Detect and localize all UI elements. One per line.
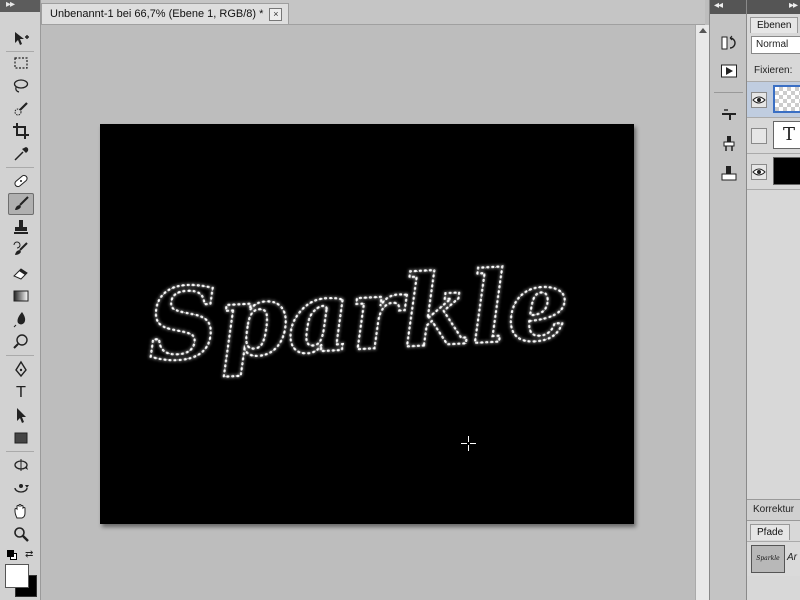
move-tool-icon — [15, 32, 29, 45]
document-tab[interactable]: Unbenannt-1 bei 66,7% (Ebene 1, RGB/8) *… — [41, 3, 290, 24]
eye-icon — [752, 168, 766, 176]
panel-dock: ◂◂ — [709, 0, 747, 600]
zoom-icon — [14, 527, 29, 542]
document-title: Unbenannt-1 bei 66,7% (Ebene 1, RGB/8) * — [50, 8, 264, 20]
history-panel-button[interactable] — [717, 32, 741, 54]
layer-thumbnail-transparent — [773, 85, 800, 113]
gradient-icon — [13, 290, 29, 302]
close-document-icon[interactable]: × — [269, 7, 283, 21]
brush-presets-panel-button[interactable] — [717, 104, 741, 126]
rectangle-shape-icon — [14, 432, 28, 444]
foreground-color-swatch[interactable] — [5, 564, 29, 588]
default-colors-icon[interactable] — [7, 550, 17, 560]
play-actions-icon — [721, 64, 737, 78]
blur-icon — [13, 312, 26, 328]
tab-adjustments[interactable]: Korrektur — [753, 504, 794, 515]
3d-orbit-tool[interactable] — [8, 477, 34, 499]
rectangular-marquee-icon — [14, 57, 28, 69]
eraser-tool[interactable] — [8, 262, 34, 284]
spot-healing-icon — [14, 174, 28, 188]
dock-header[interactable]: ◂◂ — [710, 0, 747, 14]
collapse-panel-icon[interactable]: ▸▸ — [789, 0, 798, 11]
brush-tool[interactable] — [8, 193, 34, 215]
quick-selection-tool[interactable] — [8, 98, 34, 120]
quick-selection-icon — [14, 102, 28, 116]
eyedropper-tool[interactable] — [8, 143, 34, 165]
lock-label: Fixieren: — [754, 65, 793, 76]
history-brush-tool[interactable] — [8, 239, 34, 261]
eraser-icon — [13, 268, 28, 280]
clone-stamp-icon — [14, 220, 28, 234]
clone-source-icon — [723, 136, 735, 151]
layer-row-ebene-1[interactable] — [747, 81, 800, 118]
lasso-icon — [13, 79, 29, 93]
clone-source-panel-button[interactable] — [717, 133, 741, 155]
scroll-up-icon[interactable] — [699, 28, 707, 33]
vertical-scrollbar[interactable] — [695, 25, 710, 600]
layer-visibility-toggle-off[interactable] — [751, 128, 767, 144]
path-name: Ar — [787, 552, 797, 563]
crosshair-cursor-icon — [461, 436, 476, 451]
zoom-tool[interactable] — [8, 523, 34, 545]
pen-icon — [15, 360, 27, 378]
layer-visibility-toggle[interactable] — [751, 164, 767, 180]
brush-icon — [15, 196, 29, 210]
type-tool-icon: T — [16, 383, 26, 401]
layer-visibility-toggle[interactable] — [751, 92, 767, 108]
history-panel-icon — [721, 35, 736, 50]
3d-rotate-tool[interactable] — [8, 454, 34, 476]
tool-presets-panel-button[interactable] — [717, 162, 741, 184]
layer-thumbnail-black — [773, 157, 800, 185]
layers-panel-header[interactable]: ▸▸ — [747, 0, 800, 14]
eyedropper-icon — [14, 147, 29, 161]
dodge-icon — [13, 334, 28, 349]
eye-icon — [752, 96, 766, 104]
lasso-tool[interactable] — [8, 75, 34, 97]
layer-thumbnail-text: T — [773, 121, 800, 149]
tools-panel-header[interactable]: ▸▸ — [0, 0, 40, 12]
expand-icon[interactable]: ◂◂ — [714, 0, 723, 11]
layer-row-text[interactable]: T — [747, 117, 800, 154]
sparkle-artwork: Sparkle Sparkle — [144, 246, 574, 385]
pen-tool[interactable] — [8, 358, 34, 380]
3d-orbit-icon — [14, 484, 29, 493]
swap-colors-icon[interactable]: ⇄ — [25, 549, 33, 560]
blur-tool[interactable] — [8, 308, 34, 330]
history-brush-icon — [13, 241, 28, 255]
rectangle-shape-tool[interactable] — [8, 427, 34, 449]
dodge-tool[interactable] — [8, 331, 34, 353]
document-canvas[interactable]: Sparkle Sparkle — [100, 124, 634, 524]
path-row[interactable]: Sparkle Ar — [747, 541, 800, 576]
sparkle-text-inner-dots: Sparkle — [145, 247, 572, 384]
path-selection-tool[interactable] — [8, 404, 34, 426]
hand-icon — [14, 504, 26, 519]
tab-layers[interactable]: Ebenen — [750, 17, 799, 33]
layer-row-background[interactable] — [747, 153, 800, 190]
tools-panel: ▸▸ T ⇄ — [0, 0, 41, 600]
tab-paths[interactable]: Pfade — [750, 524, 791, 540]
actions-panel-button[interactable] — [717, 60, 741, 82]
tool-presets-icon — [721, 166, 737, 181]
adjustments-panel-header[interactable]: Korrektur — [747, 499, 800, 521]
path-thumbnail: Sparkle — [751, 545, 785, 573]
crop-icon — [13, 123, 29, 139]
collapse-icon[interactable]: ▸▸ — [6, 0, 15, 10]
type-tool[interactable]: T — [8, 381, 34, 403]
path-selection-icon — [17, 408, 26, 423]
3d-rotate-icon — [14, 459, 28, 471]
spot-healing-tool[interactable] — [8, 170, 34, 192]
move-tool[interactable] — [8, 28, 34, 50]
hand-tool[interactable] — [8, 500, 34, 522]
clone-stamp-tool[interactable] — [8, 216, 34, 238]
gradient-tool[interactable] — [8, 285, 34, 307]
crop-tool[interactable] — [8, 120, 34, 142]
layers-panel: ▸▸ Ebenen Normal Fixieren: T Korrektur P… — [746, 0, 800, 600]
rectangular-marquee-tool[interactable] — [8, 52, 34, 74]
brush-presets-icon — [722, 109, 736, 120]
blend-mode-select[interactable]: Normal — [751, 36, 800, 54]
